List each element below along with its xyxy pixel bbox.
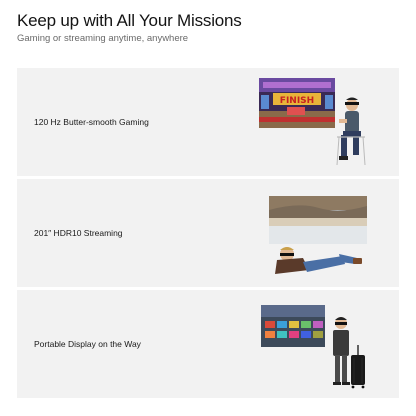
feature-label: Portable Display on the Way — [34, 339, 141, 349]
feature-card-streaming: 201″ HDR10 Streaming — [17, 179, 399, 287]
portable-scene-image — [261, 305, 365, 389]
portable-illustration — [259, 295, 369, 395]
gaming-illustration: FINISH — [259, 73, 369, 173]
feature-card-portable: Portable Display on the Way — [17, 290, 399, 398]
svg-text:FINISH: FINISH — [280, 96, 314, 106]
feature-label: 120 Hz Butter-smooth Gaming — [34, 117, 149, 127]
page-title: Keep up with All Your Missions — [17, 11, 242, 30]
streaming-scene-image — [269, 196, 367, 274]
gaming-scene-image: FINISH — [259, 78, 366, 166]
feature-card-gaming: 120 Hz Butter-smooth Gaming FINISH — [17, 68, 399, 176]
page: Keep up with All Your Missions Gaming or… — [0, 0, 416, 416]
feature-label: 201″ HDR10 Streaming — [34, 228, 123, 238]
streaming-illustration — [259, 184, 369, 284]
page-subtitle: Gaming or streaming anytime, anywhere — [17, 33, 189, 44]
